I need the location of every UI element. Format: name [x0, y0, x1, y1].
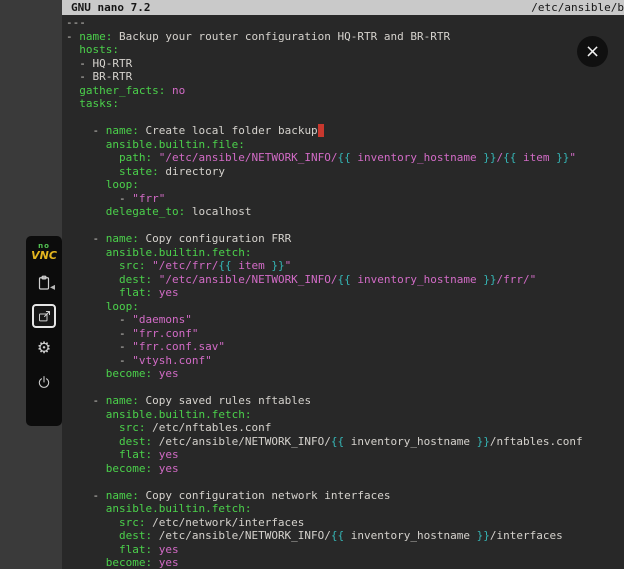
editor-line: - BR-RTR	[66, 70, 624, 84]
editor-line: become: yes	[66, 367, 624, 381]
editor-line: dest: "/etc/ansible/NETWORK_INFO/{{ inve…	[66, 273, 624, 287]
vnc-screen: no VNC ⚙	[0, 0, 624, 569]
editor-line	[66, 381, 624, 395]
editor-line: ansible.builtin.fetch:	[66, 408, 624, 422]
editor-line	[66, 475, 624, 489]
nano-editor[interactable]: ---- name: Backup your router configurat…	[62, 15, 624, 569]
close-icon: ×	[585, 43, 600, 61]
editor-line: - name: Copy configuration network inter…	[66, 489, 624, 503]
editor-line: become: yes	[66, 462, 624, 476]
vnc-side-area: no VNC ⚙	[0, 0, 62, 569]
editor-line: - "frr.conf.sav"	[66, 340, 624, 354]
collapse-arrow-icon: ◂	[50, 282, 55, 293]
editor-line: flat: yes	[66, 543, 624, 557]
terminal-window: GNU nano 7.2 /etc/ansible/b ---- name: B…	[62, 0, 624, 569]
settings-button[interactable]: ⚙	[32, 337, 56, 361]
editor-line: - "frr"	[66, 192, 624, 206]
novnc-logo: no VNC	[31, 243, 57, 261]
editor-line: dest: /etc/ansible/NETWORK_INFO/{{ inven…	[66, 435, 624, 449]
fullscreen-button[interactable]	[32, 304, 56, 328]
gear-icon: ⚙	[37, 341, 51, 357]
editor-line: - "frr.conf"	[66, 327, 624, 341]
editor-line: flat: yes	[66, 286, 624, 300]
editor-line: loop:	[66, 300, 624, 314]
editor-line: ansible.builtin.fetch:	[66, 246, 624, 260]
editor-line	[66, 219, 624, 233]
editor-line: become: yes	[66, 556, 624, 569]
editor-line	[66, 111, 624, 125]
nano-version-label: GNU nano 7.2	[71, 0, 150, 15]
editor-line: - name: Create local folder backup	[66, 124, 624, 138]
close-button[interactable]: ×	[577, 36, 608, 67]
editor-line: src: /etc/network/interfaces	[66, 516, 624, 530]
editor-line: - "daemons"	[66, 313, 624, 327]
editor-line: - "vtysh.conf"	[66, 354, 624, 368]
editor-line: hosts:	[66, 43, 624, 57]
power-button[interactable]	[32, 370, 56, 394]
nano-titlebar: GNU nano 7.2 /etc/ansible/b	[62, 0, 624, 15]
novnc-logo-text: VNC	[31, 250, 57, 261]
fullscreen-icon	[37, 309, 52, 324]
editor-line: tasks:	[66, 97, 624, 111]
editor-line: - name: Copy configuration FRR	[66, 232, 624, 246]
vnc-control-bar: no VNC ⚙	[26, 236, 62, 426]
editor-line: - name: Copy saved rules nftables	[66, 394, 624, 408]
editor-line: flat: yes	[66, 448, 624, 462]
editor-line: ansible.builtin.file:	[66, 138, 624, 152]
power-icon	[36, 374, 52, 390]
editor-line: path: "/etc/ansible/NETWORK_INFO/{{ inve…	[66, 151, 624, 165]
editor-line: src: /etc/nftables.conf	[66, 421, 624, 435]
editor-line: ---	[66, 16, 624, 30]
editor-line: delegate_to: localhost	[66, 205, 624, 219]
editor-line: - name: Backup your router configuration…	[66, 30, 624, 44]
editor-line: gather_facts: no	[66, 84, 624, 98]
editor-line: loop:	[66, 178, 624, 192]
editor-line: - HQ-RTR	[66, 57, 624, 71]
editor-line: src: "/etc/frr/{{ item }}"	[66, 259, 624, 273]
file-path-label: /etc/ansible/b	[531, 0, 624, 15]
editor-line: dest: /etc/ansible/NETWORK_INFO/{{ inven…	[66, 529, 624, 543]
editor-line: state: directory	[66, 165, 624, 179]
control-bar-handle[interactable]: ◂	[50, 283, 55, 293]
editor-line: ansible.builtin.fetch:	[66, 502, 624, 516]
